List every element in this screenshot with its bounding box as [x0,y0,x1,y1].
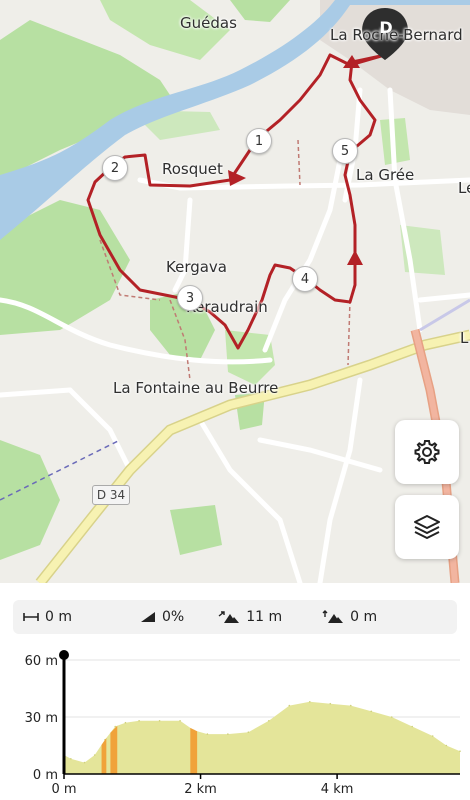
elevation-point [158,720,161,722]
waypoint-marker[interactable]: 2 [102,155,128,181]
elevation-profile[interactable]: 60 m 30 m 0 m 0 m 2 km 4 km [0,640,470,800]
waypoint-marker[interactable]: 1 [246,128,272,154]
place-label: Guédas [180,14,237,32]
descent-stat: 0 m [322,609,377,625]
waypoint-marker[interactable]: 3 [177,285,203,311]
place-label: Le [458,179,470,197]
layers-icon [414,515,440,539]
elevation-point [268,720,270,722]
slope-value: 0% [162,609,185,625]
ascent-stat: 11 m [218,609,282,625]
road-ref-label: D 34 [92,485,130,505]
destination-marker-label[interactable]: D [375,18,397,37]
slope-stat: 0% [140,609,184,625]
settings-button[interactable] [395,420,459,484]
elevation-point [308,701,311,703]
waypoint-marker[interactable]: 4 [292,266,318,292]
x-tick-label: 4 km [321,782,354,797]
place-label: L [460,329,469,347]
elevation-point [138,720,140,722]
y-tick-label: 0 m [33,768,58,783]
route-arrow-icon [228,170,246,186]
elevation-point [247,731,250,733]
steep-segment [190,727,198,774]
layers-button[interactable] [395,495,459,559]
elevation-area [64,701,460,774]
elevation-point [445,744,448,747]
y-tick-label: 30 m [25,711,58,726]
x-tick-label: 2 km [184,782,217,797]
forest-area [230,0,290,22]
place-label: La Grée [356,166,415,184]
distance-icon [23,613,39,621]
elevation-point [114,725,117,728]
elevation-point [349,704,352,707]
elevation-point [93,754,96,756]
elevation-point [83,761,86,764]
descent-icon [322,610,344,623]
elevation-point [459,750,461,752]
ascent-icon [218,611,240,623]
profile-cursor-dot [59,650,69,660]
elevation-point [179,720,181,722]
forest-area [0,440,60,560]
map-view[interactable]: Guédas La Roche-Bernard Rosquet La Grée … [0,0,470,583]
gear-icon [414,440,440,464]
elevation-point [390,716,393,718]
elevation-point [124,721,127,724]
waypoint-marker[interactable]: 5 [332,138,358,164]
forest-area [170,505,222,555]
steep-segment [101,738,107,774]
place-label: Kergava [166,258,228,276]
elevation-point [227,733,229,735]
y-tick-label: 60 m [25,654,58,669]
steep-segment [110,725,118,774]
ascent-value: 11 m [246,609,283,625]
slope-icon [141,612,155,622]
elevation-point [206,733,209,735]
descent-value: 0 m [350,609,378,625]
stats-bar: 0 m 0% 11 m 0 m [13,600,457,634]
x-tick-label: 0 m [51,782,76,797]
distance-value: 0 m [45,609,72,625]
route-arrow-icon [347,250,363,265]
elevation-point [370,710,373,713]
elevation-point [411,725,414,728]
elevation-point [431,735,434,737]
elevation-point [288,704,291,707]
distance-stat: 0 m [23,609,72,625]
elevation-point [329,702,332,705]
elevation-point [70,758,72,760]
place-label: Rosquet [162,160,223,178]
place-label: La Fontaine au Beurre [113,379,279,397]
